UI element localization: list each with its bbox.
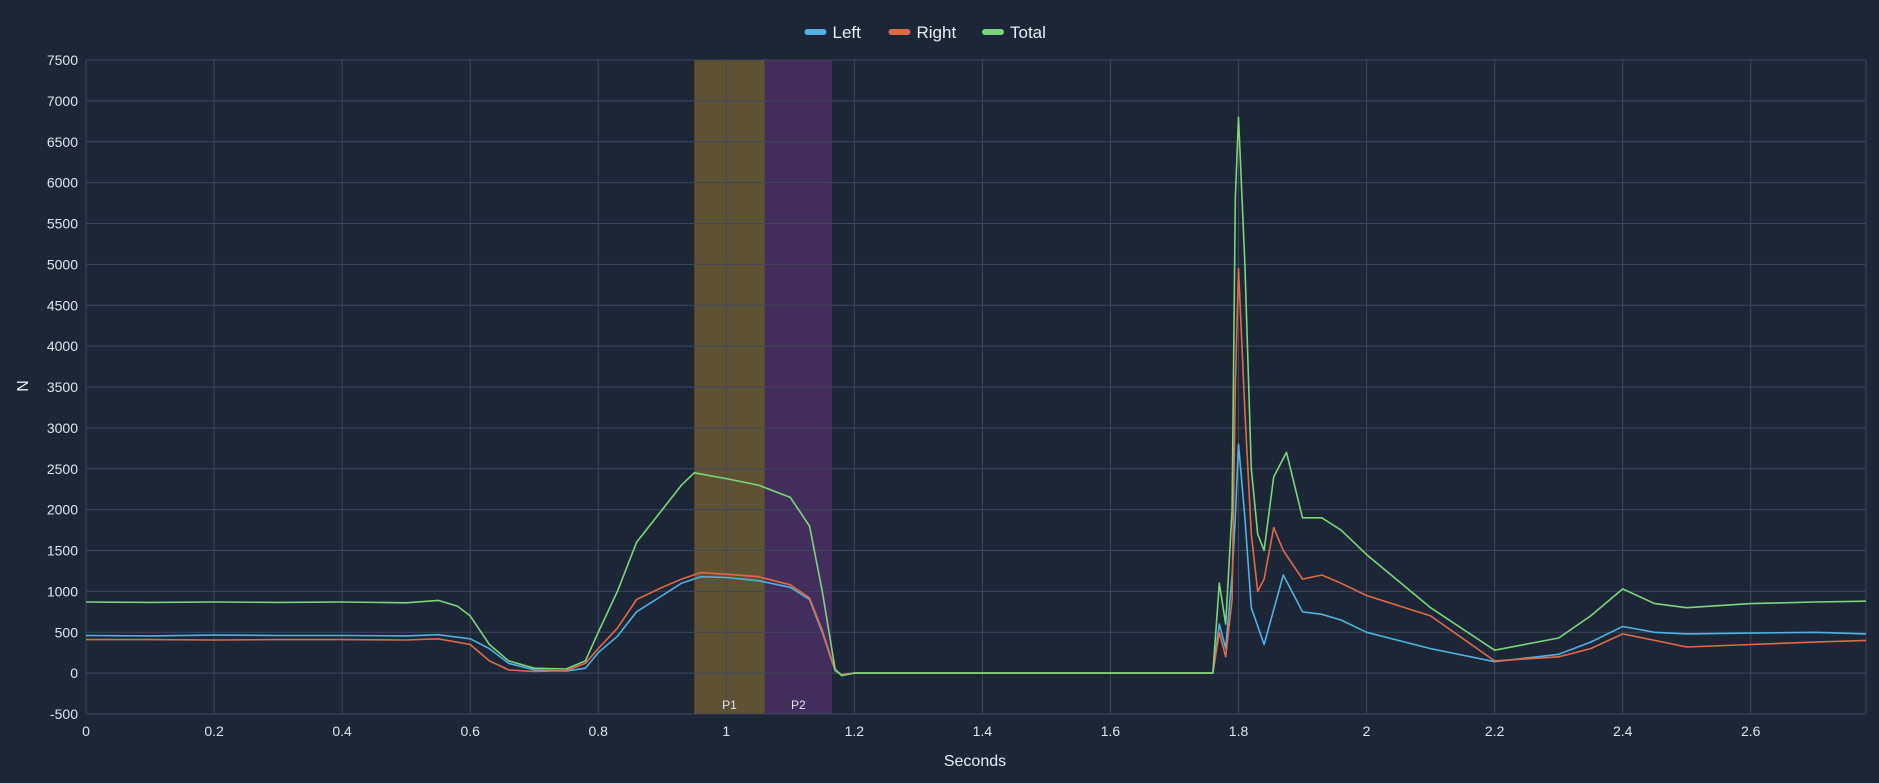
x-axis-title: Seconds	[944, 753, 1006, 770]
chart-background	[0, 0, 1879, 783]
x-tick-label: 0.4	[332, 723, 352, 739]
legend[interactable]: Left Right Total	[804, 23, 1046, 42]
x-tick-label: 0.2	[204, 723, 224, 739]
y-tick-label: 2000	[47, 502, 78, 518]
y-tick-label: 1500	[47, 543, 78, 559]
legend-swatch	[982, 29, 1004, 35]
x-tick-label: 2.4	[1613, 723, 1633, 739]
y-tick-label: 6500	[47, 134, 78, 150]
y-tick-label: 7000	[47, 93, 78, 109]
legend-swatch	[804, 29, 827, 35]
x-tick-label: 2.6	[1741, 723, 1761, 739]
y-tick-label: 5500	[47, 216, 78, 232]
x-tick-label: 2	[1363, 723, 1371, 739]
x-tick-label: 1.2	[845, 723, 865, 739]
y-tick-label: 1000	[47, 583, 78, 599]
legend-label: Total	[1010, 23, 1046, 42]
phase-band-label: P1	[722, 698, 737, 712]
x-tick-label: 0.8	[588, 723, 608, 739]
y-tick-label: 3500	[47, 379, 78, 395]
legend-label: Right	[917, 23, 957, 42]
y-tick-label: 500	[55, 624, 79, 640]
y-tick-label: 2500	[47, 461, 78, 477]
y-tick-label: 4000	[47, 338, 78, 354]
y-tick-label: 6000	[47, 175, 78, 191]
y-tick-label: 7500	[47, 52, 78, 68]
x-tick-label: 1.8	[1229, 723, 1249, 739]
y-axis-title: N	[15, 380, 32, 392]
y-tick-label: -500	[50, 706, 78, 722]
x-tick-label: 2.2	[1485, 723, 1505, 739]
x-tick-label: 1.6	[1101, 723, 1121, 739]
legend-label: Left	[833, 23, 862, 42]
y-tick-label: 5000	[47, 256, 78, 272]
x-tick-label: 0.6	[460, 723, 480, 739]
x-tick-label: 0	[82, 723, 90, 739]
phase-band-label: P2	[791, 698, 806, 712]
y-tick-label: 4500	[47, 297, 78, 313]
legend-swatch	[888, 29, 911, 35]
y-tick-label: 0	[70, 665, 78, 681]
force-time-chart: -500050010001500200025003000350040004500…	[0, 0, 1879, 783]
x-tick-label: 1	[722, 723, 730, 739]
y-tick-label: 3000	[47, 420, 78, 436]
x-tick-label: 1.4	[973, 723, 993, 739]
